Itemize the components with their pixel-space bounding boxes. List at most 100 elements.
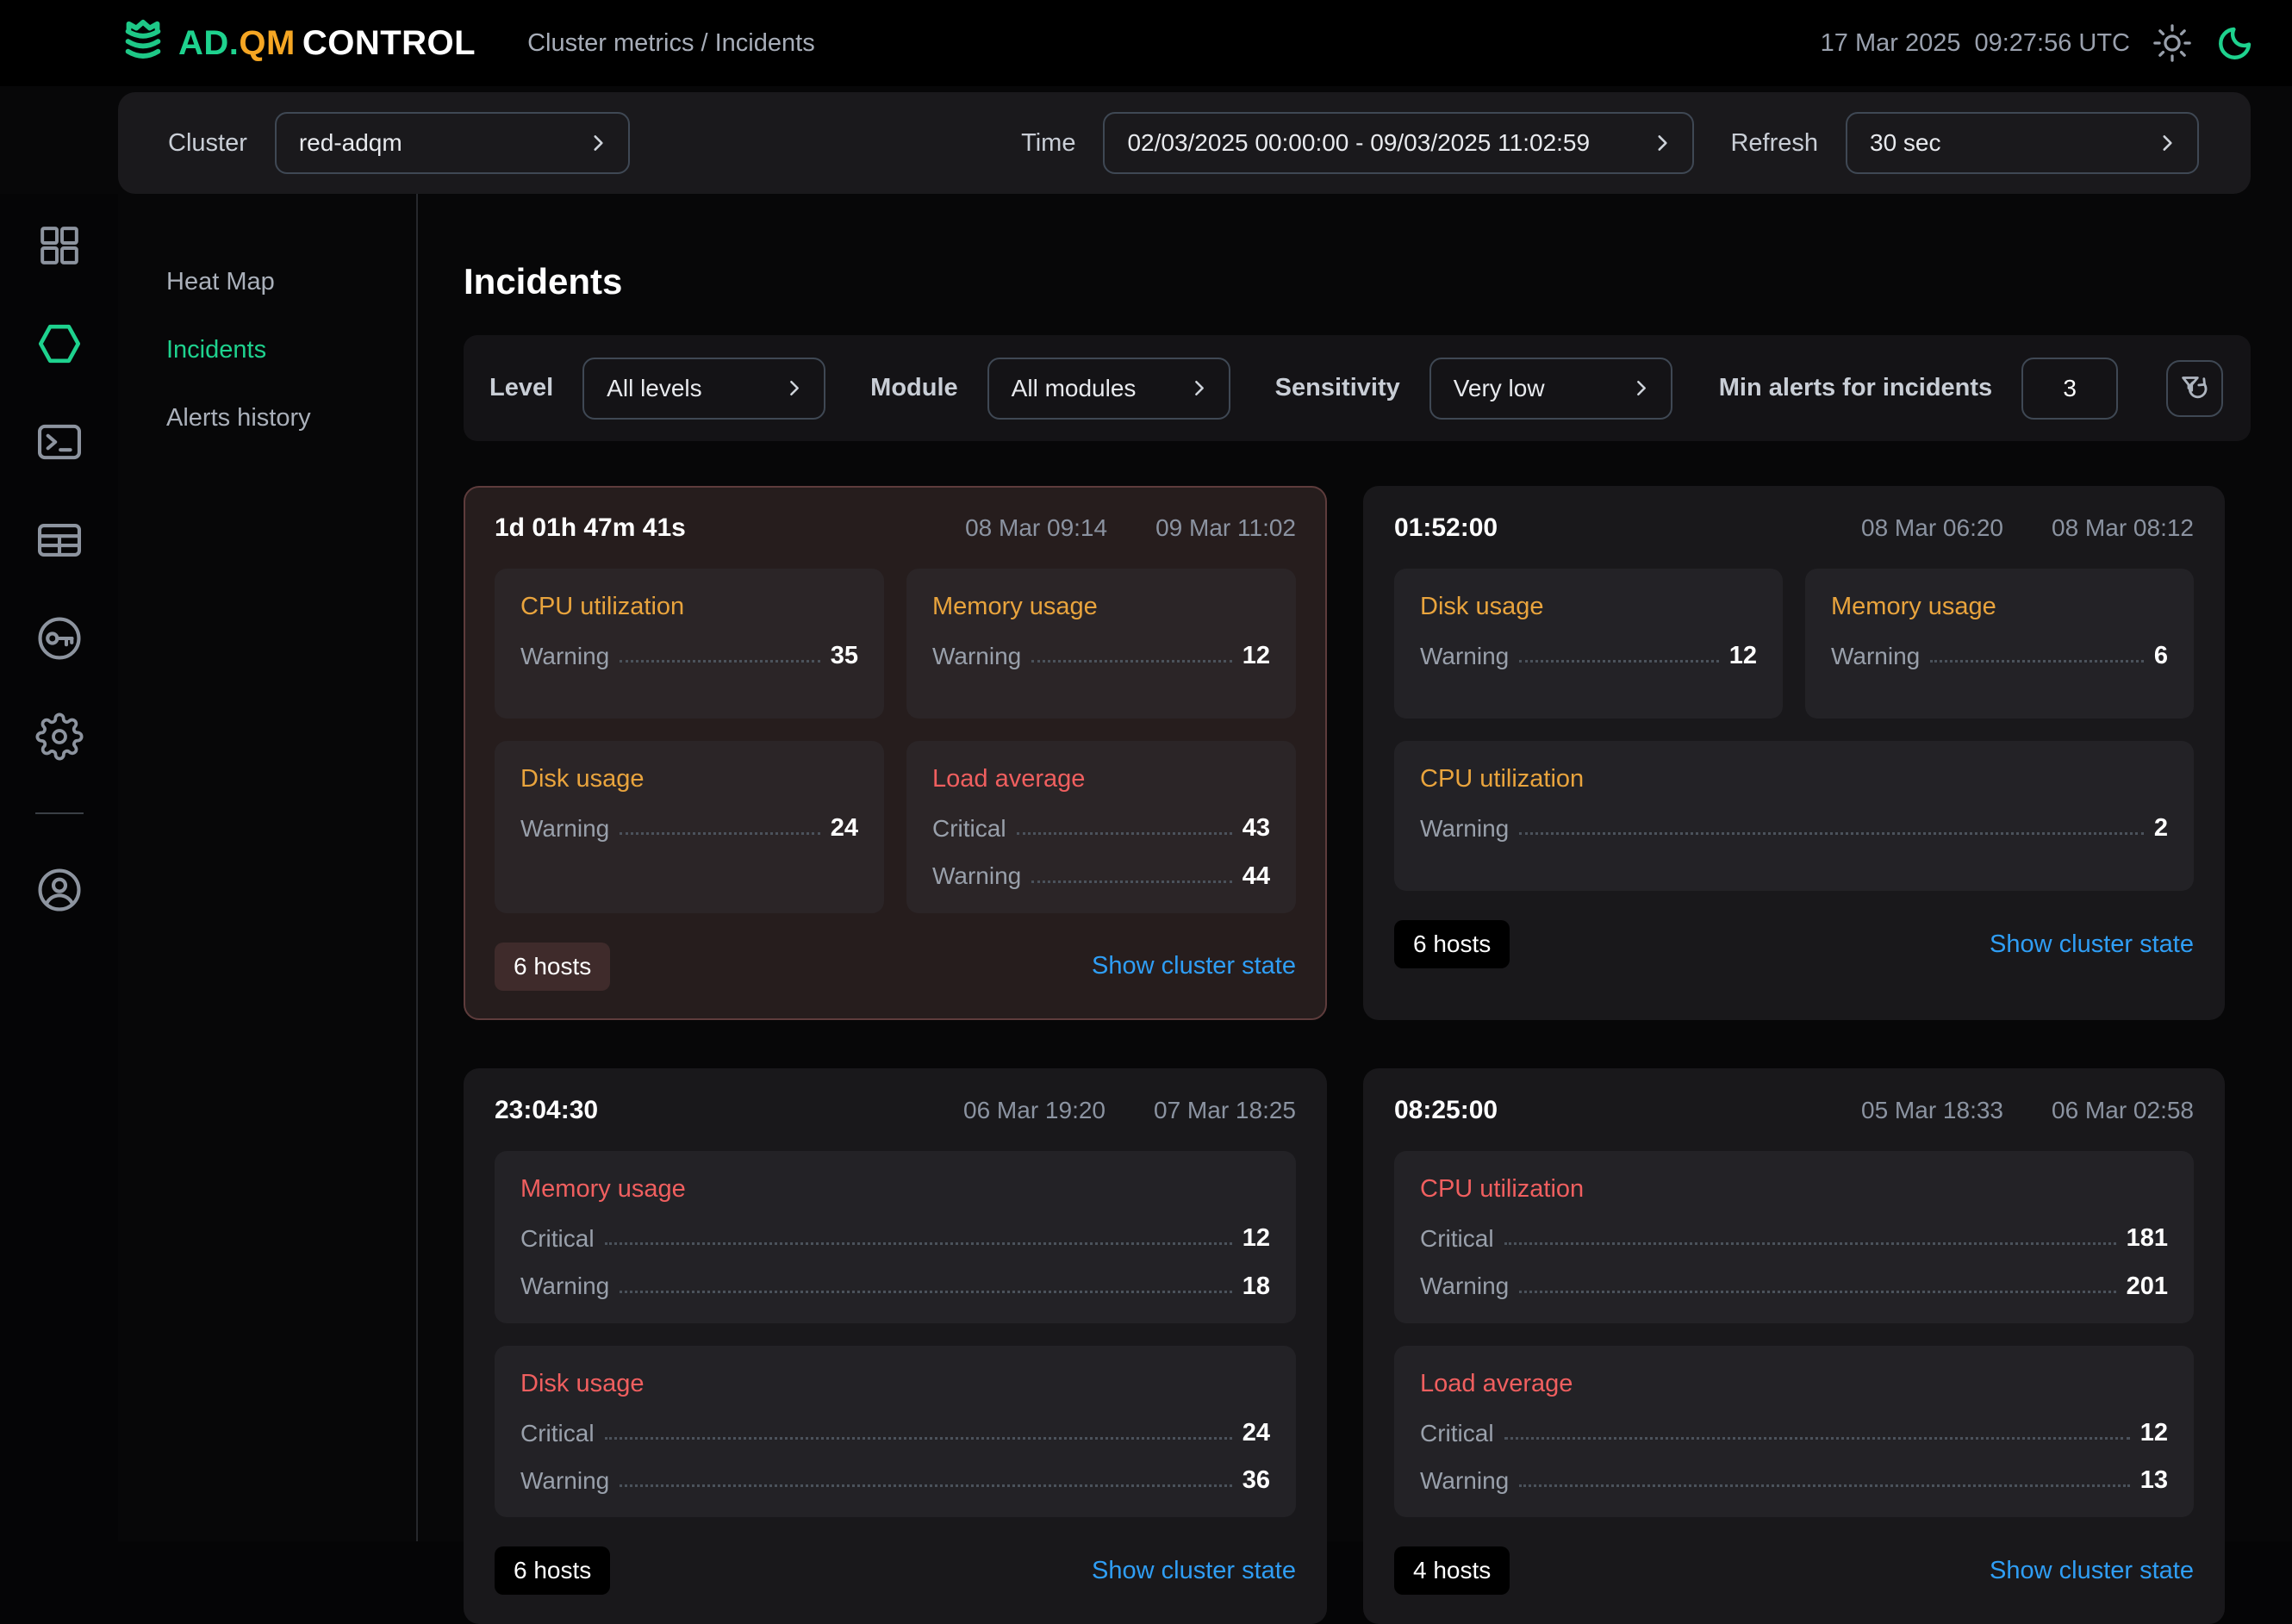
sidebar-item-alerts-history[interactable]: Alerts history <box>166 404 416 432</box>
dotted-leader <box>620 832 820 835</box>
alert-count: 43 <box>1243 816 1270 841</box>
module-select[interactable]: All modules <box>987 358 1230 420</box>
incident-card-header: 08:25:00 05 Mar 18:33 06 Mar 02:58 <box>1394 1096 2194 1125</box>
time-filter-group: Time 02/03/2025 00:00:00 - 09/03/2025 11… <box>1021 112 1694 174</box>
cluster-select[interactable]: red-adqm <box>275 112 630 174</box>
metric-row: Warning 12 <box>1420 644 1757 669</box>
dotted-leader <box>620 660 820 663</box>
metric-row: Critical 24 <box>520 1421 1270 1446</box>
incident-duration: 08:25:00 <box>1394 1096 1498 1125</box>
dotted-leader <box>605 1242 1232 1245</box>
filter-reset-icon <box>2177 371 2212 406</box>
alert-level-label: Warning <box>932 644 1021 669</box>
rail-terminal-button[interactable] <box>32 414 87 470</box>
metric-tile: Disk usage Critical 24 Warning 36 <box>495 1346 1296 1518</box>
dark-theme-button[interactable] <box>2214 22 2256 64</box>
incident-card[interactable]: 23:04:30 06 Mar 19:20 07 Mar 18:25 Memor… <box>464 1068 1327 1624</box>
current-datetime: 17 Mar 2025 09:27:56 UTC <box>1821 29 2130 58</box>
alert-level-label: Warning <box>932 863 1021 888</box>
hosts-badge: 6 hosts <box>1394 920 1510 968</box>
metric-name: CPU utilization <box>1420 1175 2168 1204</box>
chevron-right-icon <box>1630 377 1652 399</box>
alert-count: 6 <box>2154 644 2168 669</box>
alert-count: 18 <box>1243 1274 1270 1299</box>
incident-card[interactable]: 01:52:00 08 Mar 06:20 08 Mar 08:12 Disk … <box>1363 486 2225 1020</box>
incident-start: 05 Mar 18:33 <box>1861 1097 2003 1124</box>
metric-name: Disk usage <box>520 1370 1270 1398</box>
min-alerts-label: Min alerts for incidents <box>1719 374 1992 402</box>
breadcrumb[interactable]: Cluster metrics / Incidents <box>527 29 815 58</box>
metric-name: Memory usage <box>932 593 1270 621</box>
reset-filters-button[interactable] <box>2166 360 2223 417</box>
rail-profile-button[interactable] <box>32 862 87 918</box>
metric-name: CPU utilization <box>1420 765 2168 793</box>
alert-count: 13 <box>2140 1468 2168 1493</box>
rail-cluster-metrics-button[interactable] <box>32 316 87 371</box>
chevron-right-icon <box>2156 132 2178 154</box>
incident-card[interactable]: 08:25:00 05 Mar 18:33 06 Mar 02:58 CPU u… <box>1363 1068 2225 1624</box>
alert-count: 12 <box>1243 644 1270 669</box>
incident-duration: 01:52:00 <box>1394 513 1498 543</box>
rail-dashboard-button[interactable] <box>32 218 87 273</box>
incident-start: 06 Mar 19:20 <box>963 1097 1106 1124</box>
rail-table-button[interactable] <box>32 513 87 568</box>
moon-icon <box>2214 22 2256 64</box>
rail-access-keys-button[interactable] <box>32 611 87 666</box>
light-theme-button[interactable] <box>2152 23 2192 63</box>
metric-row: Warning 18 <box>520 1273 1270 1298</box>
incident-end: 09 Mar 11:02 <box>1155 514 1296 542</box>
page-title: Incidents <box>464 261 2251 302</box>
user-icon <box>34 865 84 915</box>
show-cluster-state-link[interactable]: Show cluster state <box>1092 952 1296 980</box>
sidebar-item-heat-map[interactable]: Heat Map <box>166 268 416 296</box>
brand-logo: AD.QMCONTROL <box>116 16 476 70</box>
dotted-leader <box>1031 660 1232 663</box>
incident-card-header: 23:04:30 06 Mar 19:20 07 Mar 18:25 <box>495 1096 1296 1125</box>
dotted-leader <box>620 1291 1232 1293</box>
alert-count: 24 <box>831 816 858 841</box>
metric-name: Disk usage <box>520 765 858 793</box>
chevron-right-icon <box>587 132 609 154</box>
metric-row: Warning 35 <box>520 644 858 669</box>
hosts-badge: 4 hosts <box>1394 1546 1510 1595</box>
sensitivity-select[interactable]: Very low <box>1429 358 1672 420</box>
show-cluster-state-link[interactable]: Show cluster state <box>1092 1557 1296 1585</box>
alert-count: 201 <box>2127 1274 2168 1299</box>
rail-settings-button[interactable] <box>32 709 87 764</box>
brand-part-control: CONTROL <box>302 24 476 63</box>
alert-level-label: Warning <box>1420 644 1509 669</box>
metric-row: Critical 43 <box>932 816 1270 841</box>
show-cluster-state-link[interactable]: Show cluster state <box>1990 930 2194 959</box>
sidebar-item-incidents[interactable]: Incidents <box>166 336 416 364</box>
dotted-leader <box>1504 1437 2130 1440</box>
time-range-select[interactable]: 02/03/2025 00:00:00 - 09/03/2025 11:02:5… <box>1103 112 1694 174</box>
alert-count: 12 <box>2140 1421 2168 1446</box>
dotted-leader <box>605 1437 1232 1440</box>
current-time: 09:27:56 UTC <box>1974 29 2130 58</box>
incident-dates: 06 Mar 19:20 07 Mar 18:25 <box>963 1097 1296 1124</box>
cluster-label: Cluster <box>168 129 247 158</box>
metric-tile: Memory usage Warning 6 <box>1805 569 2194 719</box>
metric-row: Warning 36 <box>520 1468 1270 1493</box>
alert-level-label: Critical <box>520 1226 595 1251</box>
min-alerts-input[interactable]: 3 <box>2021 358 2118 420</box>
dashboard-grid-icon <box>35 221 84 270</box>
show-cluster-state-link[interactable]: Show cluster state <box>1990 1557 2194 1585</box>
time-label: Time <box>1021 129 1075 158</box>
brand-part-ad: AD. <box>178 24 239 63</box>
incident-duration: 1d 01h 47m 41s <box>495 513 686 543</box>
alert-level-label: Warning <box>1831 644 1920 669</box>
level-value: All levels <box>607 375 701 402</box>
hexagon-icon <box>34 319 84 369</box>
refresh-value: 30 sec <box>1870 129 1941 157</box>
incident-start: 08 Mar 06:20 <box>1861 514 2003 542</box>
chevron-right-icon <box>783 377 805 399</box>
incident-card[interactable]: 1d 01h 47m 41s 08 Mar 09:14 09 Mar 11:02… <box>464 486 1327 1020</box>
metric-row: Warning 2 <box>1420 816 2168 841</box>
brand-logo-text: AD.QMCONTROL <box>178 24 476 63</box>
refresh-select[interactable]: 30 sec <box>1846 112 2199 174</box>
cluster-select-value: red-adqm <box>299 129 402 157</box>
metric-tile: CPU utilization Warning 2 <box>1394 741 2194 891</box>
level-select[interactable]: All levels <box>582 358 825 420</box>
incident-dates: 08 Mar 09:14 09 Mar 11:02 <box>965 514 1296 542</box>
